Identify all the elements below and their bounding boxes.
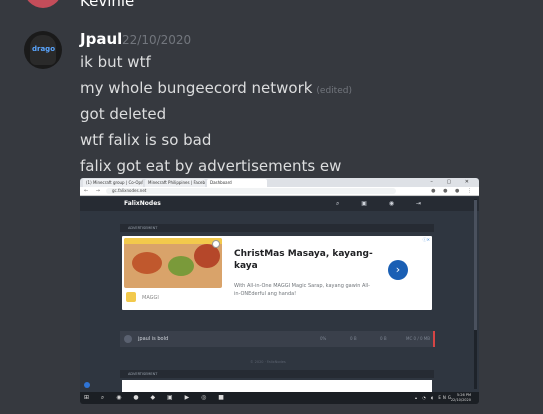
- ad-label: ADVERTISEMENT: [120, 224, 434, 232]
- ad-arrow-icon: ›: [388, 260, 408, 280]
- clock-date: 22/10/2020: [450, 398, 471, 402]
- ad-brand-logo: [126, 292, 136, 302]
- browser-extension-icons: ● ● ● ⋮: [431, 188, 475, 194]
- message-line: got deleted: [80, 105, 167, 123]
- system-tray: ▴ ◔ ◖ ENG: [415, 395, 453, 400]
- server-row: jpaul is bold 0% 0 B 0 B MC 0 / 0 MB: [120, 331, 435, 347]
- message-timestamp: 22/10/2020: [122, 33, 192, 47]
- message-author[interactable]: Jpaul: [80, 30, 122, 48]
- message-line: falix got eat by advertisements ew: [80, 157, 342, 175]
- site-header: FalixNodes ⌕ ▣ ◉ ⇥: [80, 197, 479, 211]
- previous-author-name[interactable]: Kevinle: [80, 0, 134, 10]
- browser-tab: Minecraft Philippines | Facebook: [145, 179, 205, 187]
- page-scroll-thumb: [474, 200, 477, 330]
- site-header-icons: ⌕ ▣ ◉ ⇥: [335, 200, 431, 207]
- site-brand: FalixNodes: [124, 200, 161, 207]
- message-line: wtf falix is so bad: [80, 131, 212, 149]
- browser-tab-strip: (1) Minecraft group | Co-Op/PvP (s Minec…: [80, 178, 479, 187]
- taskbar-clock: 5:26 PM 22/10/2020: [451, 393, 471, 403]
- taskbar-app-icons: ⊞ ⌕ ◉ ● ◆ ▣ ▶ ◎ ■: [84, 394, 229, 401]
- ad-title: ChristMas Masaya, kayang-kaya: [234, 249, 373, 271]
- avatar[interactable]: drago: [24, 31, 62, 69]
- ad-label: ADVERTISEMENT: [120, 370, 434, 378]
- edited-tag: (edited): [316, 86, 352, 96]
- message-text: my whole bungeecord network: [80, 79, 313, 97]
- window-controls: – ▢ ✕: [430, 179, 475, 185]
- server-stat: 0%: [320, 336, 327, 341]
- tray-icons: ▴ ◔ ◖: [414, 395, 439, 400]
- avatar-logo: drago: [32, 45, 56, 53]
- windows-taskbar: ⊞ ⌕ ◉ ● ◆ ▣ ▶ ◎ ■ ▴ ◔ ◖ ENG 5:26 PM 22/1…: [80, 392, 479, 404]
- ad-close-icon: [212, 240, 220, 248]
- server-stat: 0 B: [350, 336, 357, 341]
- message-line-edited: my whole bungeecord network (edited): [80, 79, 352, 97]
- chat-widget-icon: [84, 382, 90, 388]
- ad-card-second: [122, 380, 432, 392]
- message-line: ik but wtf: [80, 53, 151, 71]
- ad-description: With All-in-One MAGGI Magic Sarap, kayan…: [234, 283, 370, 297]
- attached-screenshot[interactable]: (1) Minecraft group | Co-Op/PvP (s Minec…: [80, 178, 479, 404]
- url-field: gc.falixnodes.net: [106, 188, 396, 194]
- ad-info-icon: ⓘ✕: [422, 237, 430, 242]
- server-name: jpaul is bold: [138, 336, 169, 342]
- ad-brand-name: MAGGI: [142, 295, 159, 301]
- previous-author-avatar[interactable]: [24, 0, 62, 8]
- server-stat: 0 B: [380, 336, 387, 341]
- server-status-icon: [124, 335, 132, 343]
- browser-address-bar: ← → ⟳ gc.falixnodes.net ● ● ● ⋮: [80, 187, 479, 196]
- browser-tab-active: Dashboard: [207, 179, 267, 187]
- site-footer: © 2020 · FalixNodes: [250, 360, 286, 364]
- ad-food-image: [124, 238, 222, 288]
- server-stat: MC 0 / 0 MB: [406, 336, 430, 341]
- browser-tab: (1) Minecraft group | Co-Op/PvP (s: [83, 179, 143, 187]
- ad-card: MAGGI ChristMas Masaya, kayang-kaya With…: [122, 236, 432, 310]
